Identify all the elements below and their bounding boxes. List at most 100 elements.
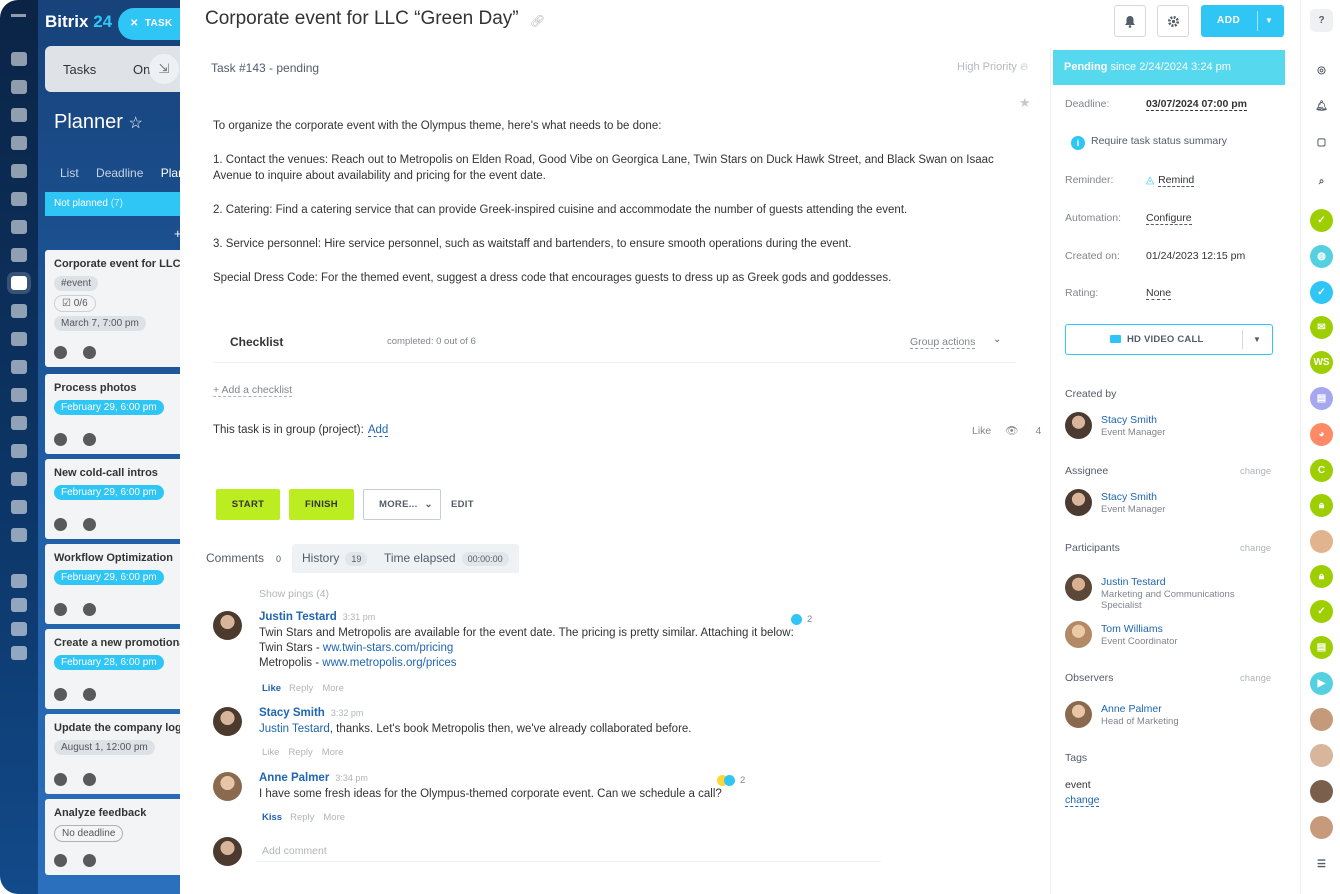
view-deadline[interactable]: Deadline — [96, 166, 143, 180]
creator[interactable]: Stacy Smith Event Manager — [1065, 412, 1275, 442]
cart-icon[interactable] — [11, 388, 27, 402]
planner-card[interactable]: Process photos February 29, 6:00 pm — [45, 374, 180, 454]
comment-link[interactable]: www.metropolis.org/prices — [322, 657, 456, 669]
chevron-down-icon[interactable]: ▼ — [1265, 5, 1273, 37]
planner-card[interactable]: Workflow Optimization February 29, 6:00 … — [45, 544, 180, 624]
add-group-link[interactable]: Add — [367, 424, 389, 437]
priority-toggle[interactable]: High Priority 🔥︎ — [957, 61, 1028, 74]
box-icon[interactable] — [11, 500, 27, 514]
deadline-value[interactable]: 03/07/2024 07:00 pm — [1146, 98, 1247, 111]
tab-history[interactable]: History 19 — [292, 544, 378, 573]
participant[interactable]: Justin Testard Marketing and Communicati… — [1065, 574, 1275, 611]
workspace-chat-icon[interactable]: WS — [1310, 351, 1333, 374]
inbox-icon[interactable] — [11, 80, 27, 94]
bell-icon[interactable]: 🔔︎ — [1310, 95, 1333, 118]
more-action[interactable]: More — [322, 747, 344, 758]
start-button[interactable]: START — [216, 489, 280, 520]
comment-author[interactable]: Justin Testard 3:31 pm — [259, 611, 375, 623]
user-avatar-icon[interactable] — [1310, 530, 1333, 553]
reaction-count[interactable]: 2 — [791, 614, 812, 625]
more-action[interactable]: More — [323, 812, 345, 823]
mail-chat-icon[interactable]: ✉ — [1310, 316, 1333, 339]
collapse-icon[interactable]: ⇲ — [149, 54, 179, 84]
contact-card-icon[interactable]: ▤ — [1310, 636, 1333, 659]
change-tags-link[interactable]: change — [1065, 794, 1100, 807]
planner-card[interactable]: Update the company logo August 1, 12:00 … — [45, 714, 180, 794]
reply-action[interactable]: Reply — [290, 812, 314, 823]
more-action[interactable]: More — [322, 683, 344, 694]
contact-chat-icon[interactable]: ▤ — [1310, 387, 1333, 410]
activity-icon[interactable]: ◎ — [1310, 59, 1333, 82]
bank-icon[interactable] — [11, 332, 27, 346]
configure-link[interactable]: Configure — [1146, 212, 1192, 225]
finish-button[interactable]: FINISH — [289, 489, 354, 520]
employees-icon[interactable] — [11, 248, 27, 262]
comment-link[interactable]: ww.twin-stars.com/pricing — [323, 642, 453, 654]
copy-link-icon[interactable]: 🔗︎ — [530, 14, 545, 28]
tasks-icon[interactable] — [7, 272, 31, 294]
reaction-count[interactable]: 2 — [717, 775, 745, 786]
crm-icon[interactable] — [11, 304, 27, 318]
like-action[interactable]: Like — [262, 683, 281, 694]
tab-comments[interactable]: Comments 0 — [206, 544, 287, 573]
group-chat-icon[interactable]: ◍ — [1310, 245, 1333, 268]
user-avatar-icon[interactable] — [1310, 744, 1333, 767]
avatar[interactable] — [213, 611, 242, 640]
lock-chat-icon[interactable]: 🔒︎ — [1310, 565, 1333, 588]
feed-icon[interactable] — [11, 52, 27, 66]
help-icon[interactable]: ? — [1310, 9, 1333, 32]
settings-icon[interactable] — [11, 622, 27, 636]
target-icon[interactable] — [11, 360, 27, 374]
close-task-button[interactable]: ✕ TASK — [118, 8, 180, 40]
tasks-chat-icon[interactable]: ✓ — [1310, 209, 1333, 232]
participant[interactable]: Tom Williams Event Coordinator — [1065, 621, 1275, 651]
group-actions-link[interactable]: Group actions — [910, 336, 976, 349]
planner-card[interactable]: New cold-call intros February 29, 6:00 p… — [45, 459, 180, 539]
change-observers-link[interactable]: change — [1240, 673, 1271, 684]
like-link[interactable]: Like — [972, 425, 991, 437]
sign-icon[interactable] — [11, 416, 27, 430]
add-comment-input[interactable]: Add comment — [257, 841, 881, 862]
show-pings-link[interactable]: Show pings (4) — [259, 588, 329, 600]
contact-c-icon[interactable]: C — [1310, 459, 1333, 482]
documents-icon[interactable] — [11, 164, 27, 178]
help-icon[interactable] — [11, 574, 27, 588]
remind-link[interactable]: ◬ Remind — [1146, 174, 1195, 187]
robot-icon[interactable] — [11, 472, 27, 486]
video-chat-icon[interactable]: ▶ — [1310, 672, 1333, 695]
more-icon[interactable] — [11, 528, 27, 542]
planner-card[interactable]: Analyze feedback No deadline — [45, 799, 180, 875]
avatar[interactable] — [213, 772, 242, 801]
messages-icon[interactable]: ▢ — [1310, 131, 1333, 154]
user-avatar-icon[interactable] — [1310, 816, 1333, 839]
more-button[interactable]: MORE... ⌄ — [363, 489, 441, 520]
chevron-down-icon[interactable]: ⌄ — [993, 334, 1001, 345]
menu-icon[interactable] — [11, 14, 26, 17]
mention-link[interactable]: Justin Testard — [259, 723, 330, 735]
sitemap-icon[interactable] — [11, 598, 27, 612]
tab-time-elapsed[interactable]: Time elapsed 00:00:00 — [374, 544, 519, 573]
add-checklist-link[interactable]: + Add a checklist — [213, 384, 293, 397]
team-chat-icon[interactable]: ◕ — [1310, 423, 1333, 446]
plus-icon[interactable] — [11, 646, 27, 660]
rating-value[interactable]: None — [1146, 287, 1172, 300]
view-list[interactable]: List — [60, 166, 79, 180]
lock-chat-icon[interactable]: 🔒︎ — [1310, 494, 1333, 517]
contact-card-icon[interactable] — [11, 444, 27, 458]
user-avatar-icon[interactable] — [1310, 708, 1333, 731]
change-participants-link[interactable]: change — [1240, 543, 1271, 554]
user-avatar-icon[interactable] — [1310, 780, 1333, 803]
video-call-button[interactable]: HD VIDEO CALL ▼ — [1065, 324, 1273, 355]
edit-button[interactable]: EDIT — [451, 499, 474, 510]
add-button[interactable]: ADD ▼ — [1201, 5, 1284, 37]
task-chat-icon[interactable]: ✓ — [1310, 281, 1333, 304]
comment-author[interactable]: Stacy Smith 3:32 pm — [259, 707, 363, 719]
chat-icon[interactable] — [11, 108, 27, 122]
avatar[interactable] — [213, 707, 242, 736]
comment-author[interactable]: Anne Palmer 3:34 pm — [259, 772, 368, 784]
mail-icon[interactable] — [11, 220, 27, 234]
list-icon[interactable]: ☰ — [1310, 853, 1333, 876]
planner-card[interactable]: Create a new promotional February 28, 6:… — [45, 629, 180, 709]
calendar-icon[interactable] — [11, 136, 27, 150]
notifications-button[interactable] — [1114, 5, 1146, 37]
